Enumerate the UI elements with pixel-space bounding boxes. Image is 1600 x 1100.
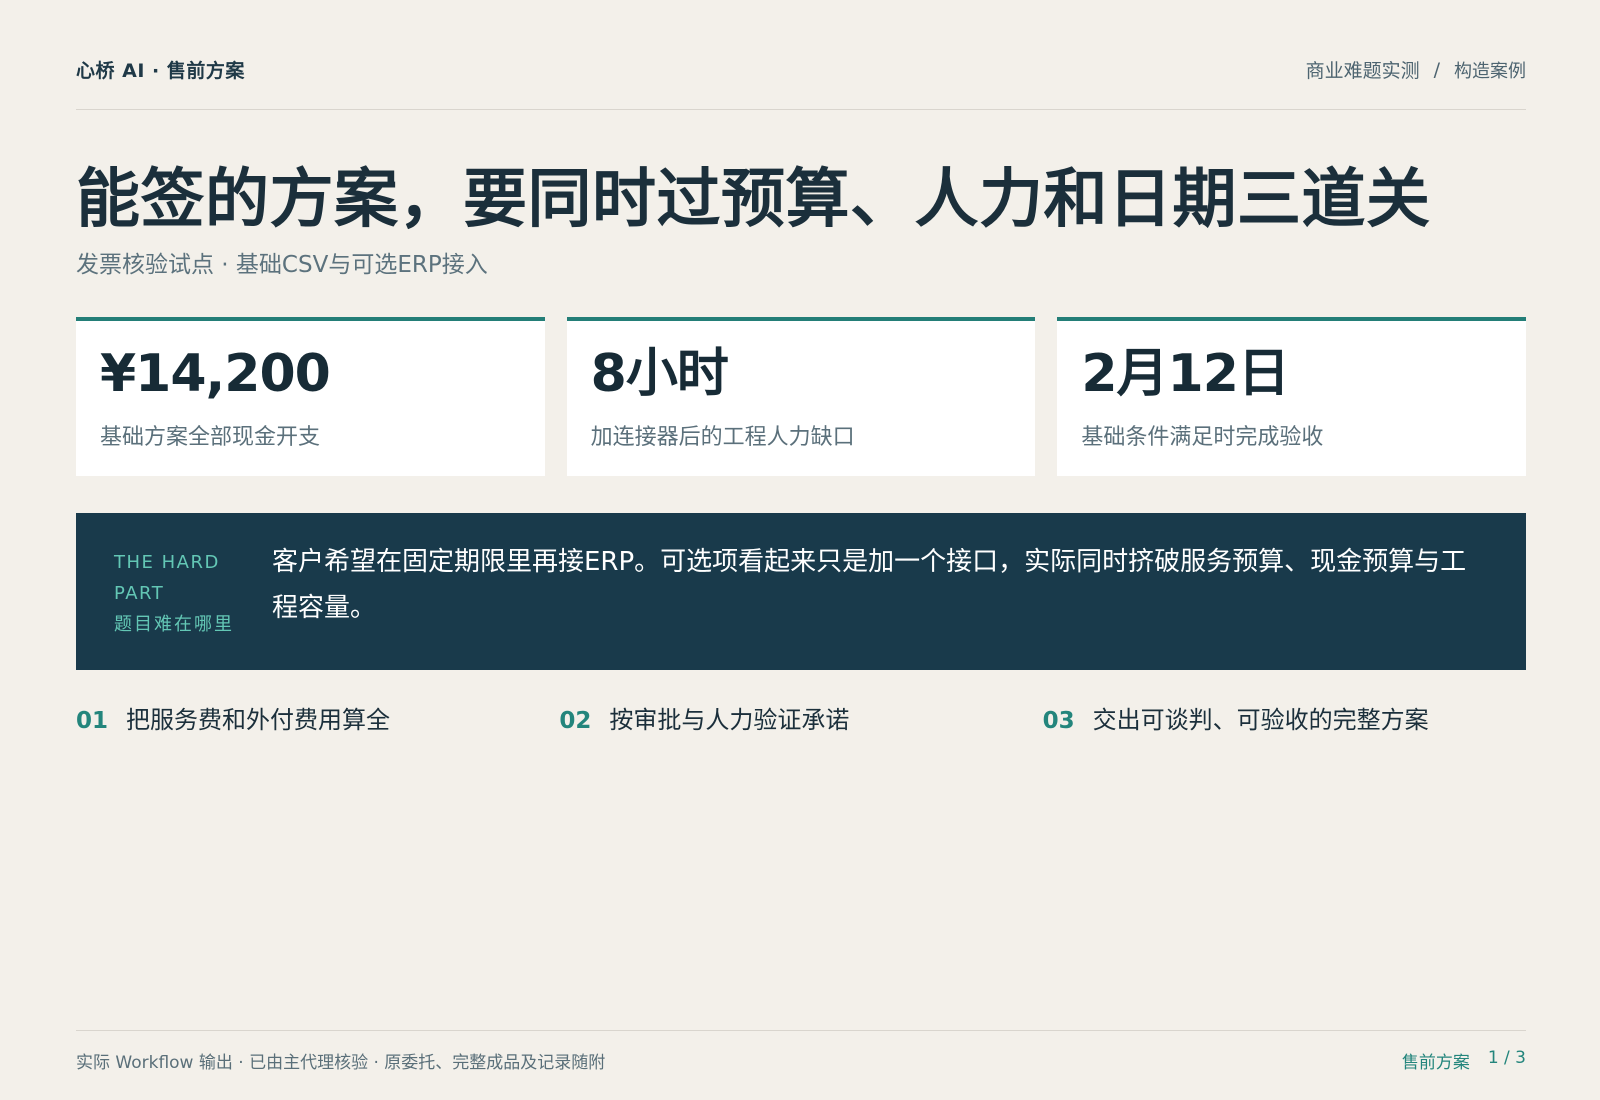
header-divider bbox=[76, 109, 1526, 110]
callout-tag: THE HARD PART 题目难在哪里 bbox=[114, 547, 238, 640]
top-bar: 心桥 AI · 售前方案 商业难题实测 / 构造案例 bbox=[76, 56, 1526, 83]
metric-label: 加连接器后的工程人力缺口 bbox=[590, 425, 855, 451]
callout-tag-en: THE HARD PART bbox=[114, 552, 220, 604]
page-title: 能签的方案，要同时过预算、人力和日期三道关 bbox=[76, 163, 1431, 237]
page-subtitle: 发票核验试点 · 基础CSV与可选ERP接入 bbox=[76, 252, 488, 278]
step-text: 把服务费和外付费用算全 bbox=[126, 706, 391, 734]
breadcrumb: 商业难题实测 / 构造案例 bbox=[1306, 56, 1526, 83]
slide-page: 心桥 AI · 售前方案 商业难题实测 / 构造案例 能签的方案，要同时过预算、… bbox=[0, 0, 1600, 1100]
metric-cards: ¥14,200 基础方案全部现金开支 8小时 加连接器后的工程人力缺口 2月12… bbox=[76, 317, 1527, 476]
step-number: 03 bbox=[1042, 708, 1075, 734]
breadcrumb-separator: / bbox=[1433, 58, 1440, 81]
step-item: 02 按审批与人力验证承诺 bbox=[559, 700, 1042, 735]
callout-text: 客户希望在固定期限里再接ERP。可选项看起来只是加一个接口，实际同时挤破服务预算… bbox=[272, 547, 1467, 623]
step-number: 01 bbox=[76, 708, 109, 734]
hard-part-callout: THE HARD PART 题目难在哪里 客户希望在固定期限里再接ERP。可选项… bbox=[76, 513, 1526, 670]
brand-label: 心桥 AI · 售前方案 bbox=[76, 60, 245, 82]
step-item: 03 交出可谈判、可验收的完整方案 bbox=[1043, 700, 1526, 735]
step-text: 按审批与人力验证承诺 bbox=[609, 706, 850, 734]
step-item: 01 把服务费和外付费用算全 bbox=[76, 700, 559, 735]
page-number: 1 / 3 bbox=[1487, 1048, 1526, 1068]
metric-value: ¥14,200 bbox=[100, 344, 331, 404]
step-text: 交出可谈判、可验收的完整方案 bbox=[1092, 706, 1429, 734]
metric-card-hours: 8小时 加连接器后的工程人力缺口 bbox=[566, 317, 1036, 476]
metric-value: 2月12日 bbox=[1081, 344, 1290, 404]
metric-label: 基础方案全部现金开支 bbox=[100, 425, 321, 451]
footer-meta: 售前方案 1 / 3 bbox=[1402, 1048, 1526, 1073]
footer-divider bbox=[76, 1030, 1526, 1031]
callout-tag-zh: 题目难在哪里 bbox=[114, 614, 234, 635]
metric-card-cost: ¥14,200 基础方案全部现金开支 bbox=[76, 317, 545, 476]
metric-label: 基础条件满足时完成验收 bbox=[1081, 425, 1324, 451]
breadcrumb-item-case[interactable]: 构造案例 bbox=[1454, 57, 1526, 83]
footer: 实际 Workflow 输出 · 已由主代理核验 · 原委托、完整成品及记录随附… bbox=[76, 1048, 1526, 1073]
step-list: 01 把服务费和外付费用算全 02 按审批与人力验证承诺 03 交出可谈判、可验… bbox=[76, 700, 1526, 735]
breadcrumb-item-challenge[interactable]: 商业难题实测 bbox=[1306, 56, 1420, 83]
footer-section: 售前方案 bbox=[1401, 1053, 1470, 1073]
metric-value: 8小时 bbox=[590, 344, 729, 404]
step-number: 02 bbox=[559, 708, 592, 734]
metric-card-date: 2月12日 基础条件满足时完成验收 bbox=[1057, 317, 1527, 476]
footer-note: 实际 Workflow 输出 · 已由主代理核验 · 原委托、完整成品及记录随附 bbox=[76, 1053, 606, 1073]
